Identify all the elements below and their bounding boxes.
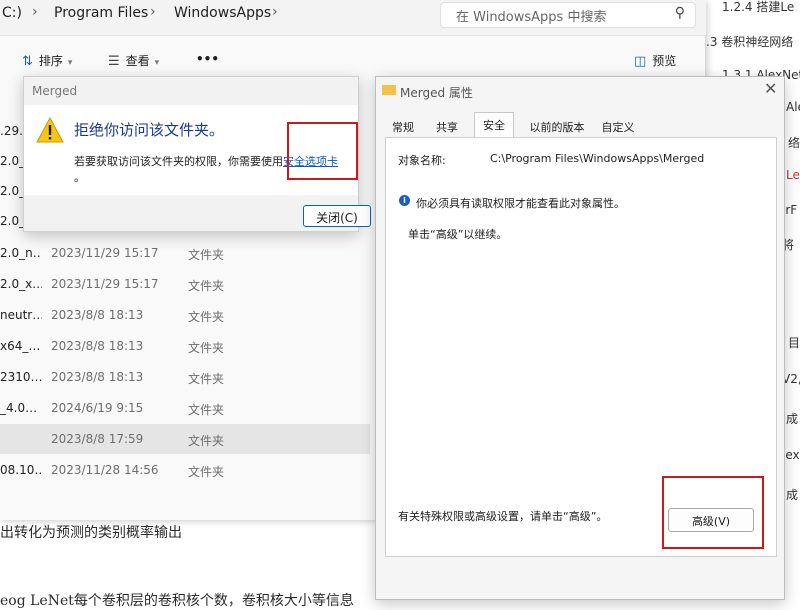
chevron-down-icon: ▾: [154, 58, 160, 68]
message-end-dot: 。: [74, 171, 85, 184]
breadcrumb-drive[interactable]: C:): [2, 5, 22, 21]
file-row[interactable]: 2.0_n… 2023/11/29 15:17 文件夹: [0, 238, 370, 268]
warning-icon: [36, 116, 64, 146]
tab-customize[interactable]: 自定义: [596, 115, 640, 137]
toc-item[interactable]: 成: [786, 486, 798, 503]
toc-item[interactable]: 成: [786, 410, 798, 427]
file-row[interactable]: 08.10… 2023/11/28 14:56 文件夹: [0, 455, 370, 485]
tab-security[interactable]: 安全: [474, 112, 514, 138]
continue-text: 单击“高级”以继续。: [408, 228, 508, 241]
special-permissions-text: 有关特殊权限或高级设置，请单击“高级”。: [398, 510, 608, 523]
search-placeholder: 在 WindowsApps 中搜索: [456, 10, 607, 25]
tab-sharing[interactable]: 共享: [432, 115, 462, 137]
file-row[interactable]: 2310… 2023/8/8 18:13 文件夹: [0, 362, 370, 392]
highlight-box-advanced: [662, 476, 764, 549]
breadcrumb-program-files[interactable]: Program Files: [54, 5, 148, 21]
breadcrumb-windowsapps[interactable]: WindowsApps: [174, 5, 271, 21]
toc-item[interactable]: .3 卷积神经网络: [706, 33, 793, 50]
tab-previous-versions[interactable]: 以前的版本: [524, 115, 590, 137]
file-row[interactable]: neutr… 2023/8/8 18:13 文件夹: [0, 300, 370, 330]
toc-item[interactable]: Le: [786, 168, 800, 182]
view-button[interactable]: ☰ 查看 ▾: [108, 52, 159, 69]
folder-icon: [382, 85, 396, 95]
toc-item[interactable]: 1.2.4 搭建Le: [722, 0, 794, 15]
chevron-right-icon[interactable]: ›: [272, 4, 278, 20]
chevron-down-icon: ▾: [67, 58, 73, 68]
close-icon[interactable]: ✕: [764, 79, 777, 98]
object-name-value: C:\Program Files\WindowsApps\Merged: [490, 152, 705, 165]
highlight-box-link: [287, 122, 358, 180]
dialog-heading: 拒绝你访问该文件夹。: [74, 121, 225, 139]
command-bar: ⇅ 排序 ▾ ☰ 查看 ▾ ••• ◫ 预览: [0, 44, 706, 78]
chevron-right-icon: ›: [150, 4, 156, 20]
toc-item[interactable]: Ale: [786, 100, 800, 114]
permission-info-text: 你必须具有读取权限才能查看此对象属性。: [416, 197, 625, 210]
article-line: 出转化为预测的类别概率输出: [0, 525, 182, 541]
address-bar[interactable]: C:) › Program Files › WindowsApps › 在 Wi…: [0, 0, 706, 36]
view-icon: ☰: [108, 54, 120, 69]
object-name-label: 对象名称:: [398, 154, 446, 167]
toc-item[interactable]: 目: [788, 334, 800, 351]
file-row[interactable]: 2.0_x… 2023/11/29 15:17 文件夹: [0, 269, 370, 299]
toc-item[interactable]: 络: [788, 134, 800, 151]
close-button[interactable]: 关闭(C): [303, 205, 371, 227]
file-row[interactable]: _4.0… 2024/6/19 9:15 文件夹: [0, 393, 370, 423]
search-input[interactable]: 在 WindowsApps 中搜索 ⚲: [440, 2, 696, 28]
chevron-right-icon: ›: [32, 4, 38, 20]
article-line: eog LeNet每个卷积层的卷积核个数，卷积核大小等信息: [0, 593, 354, 609]
file-row-selected[interactable]: 2023/8/8 17:59 文件夹: [0, 424, 370, 454]
tab-general[interactable]: 常规: [388, 115, 418, 137]
dialog-title: Merged: [32, 84, 78, 98]
sort-icon: ⇅: [22, 54, 33, 69]
sort-button[interactable]: ⇅ 排序 ▾: [22, 52, 72, 69]
search-icon: ⚲: [674, 5, 685, 21]
file-row[interactable]: x64_… 2023/8/8 18:13 文件夹: [0, 331, 370, 361]
more-options-button[interactable]: •••: [196, 52, 219, 66]
dialog-title: Merged 属性: [400, 86, 473, 100]
preview-pane-button[interactable]: ◫ 预览: [634, 52, 676, 69]
info-icon: i: [399, 195, 410, 206]
preview-pane-icon: ◫: [634, 54, 647, 69]
